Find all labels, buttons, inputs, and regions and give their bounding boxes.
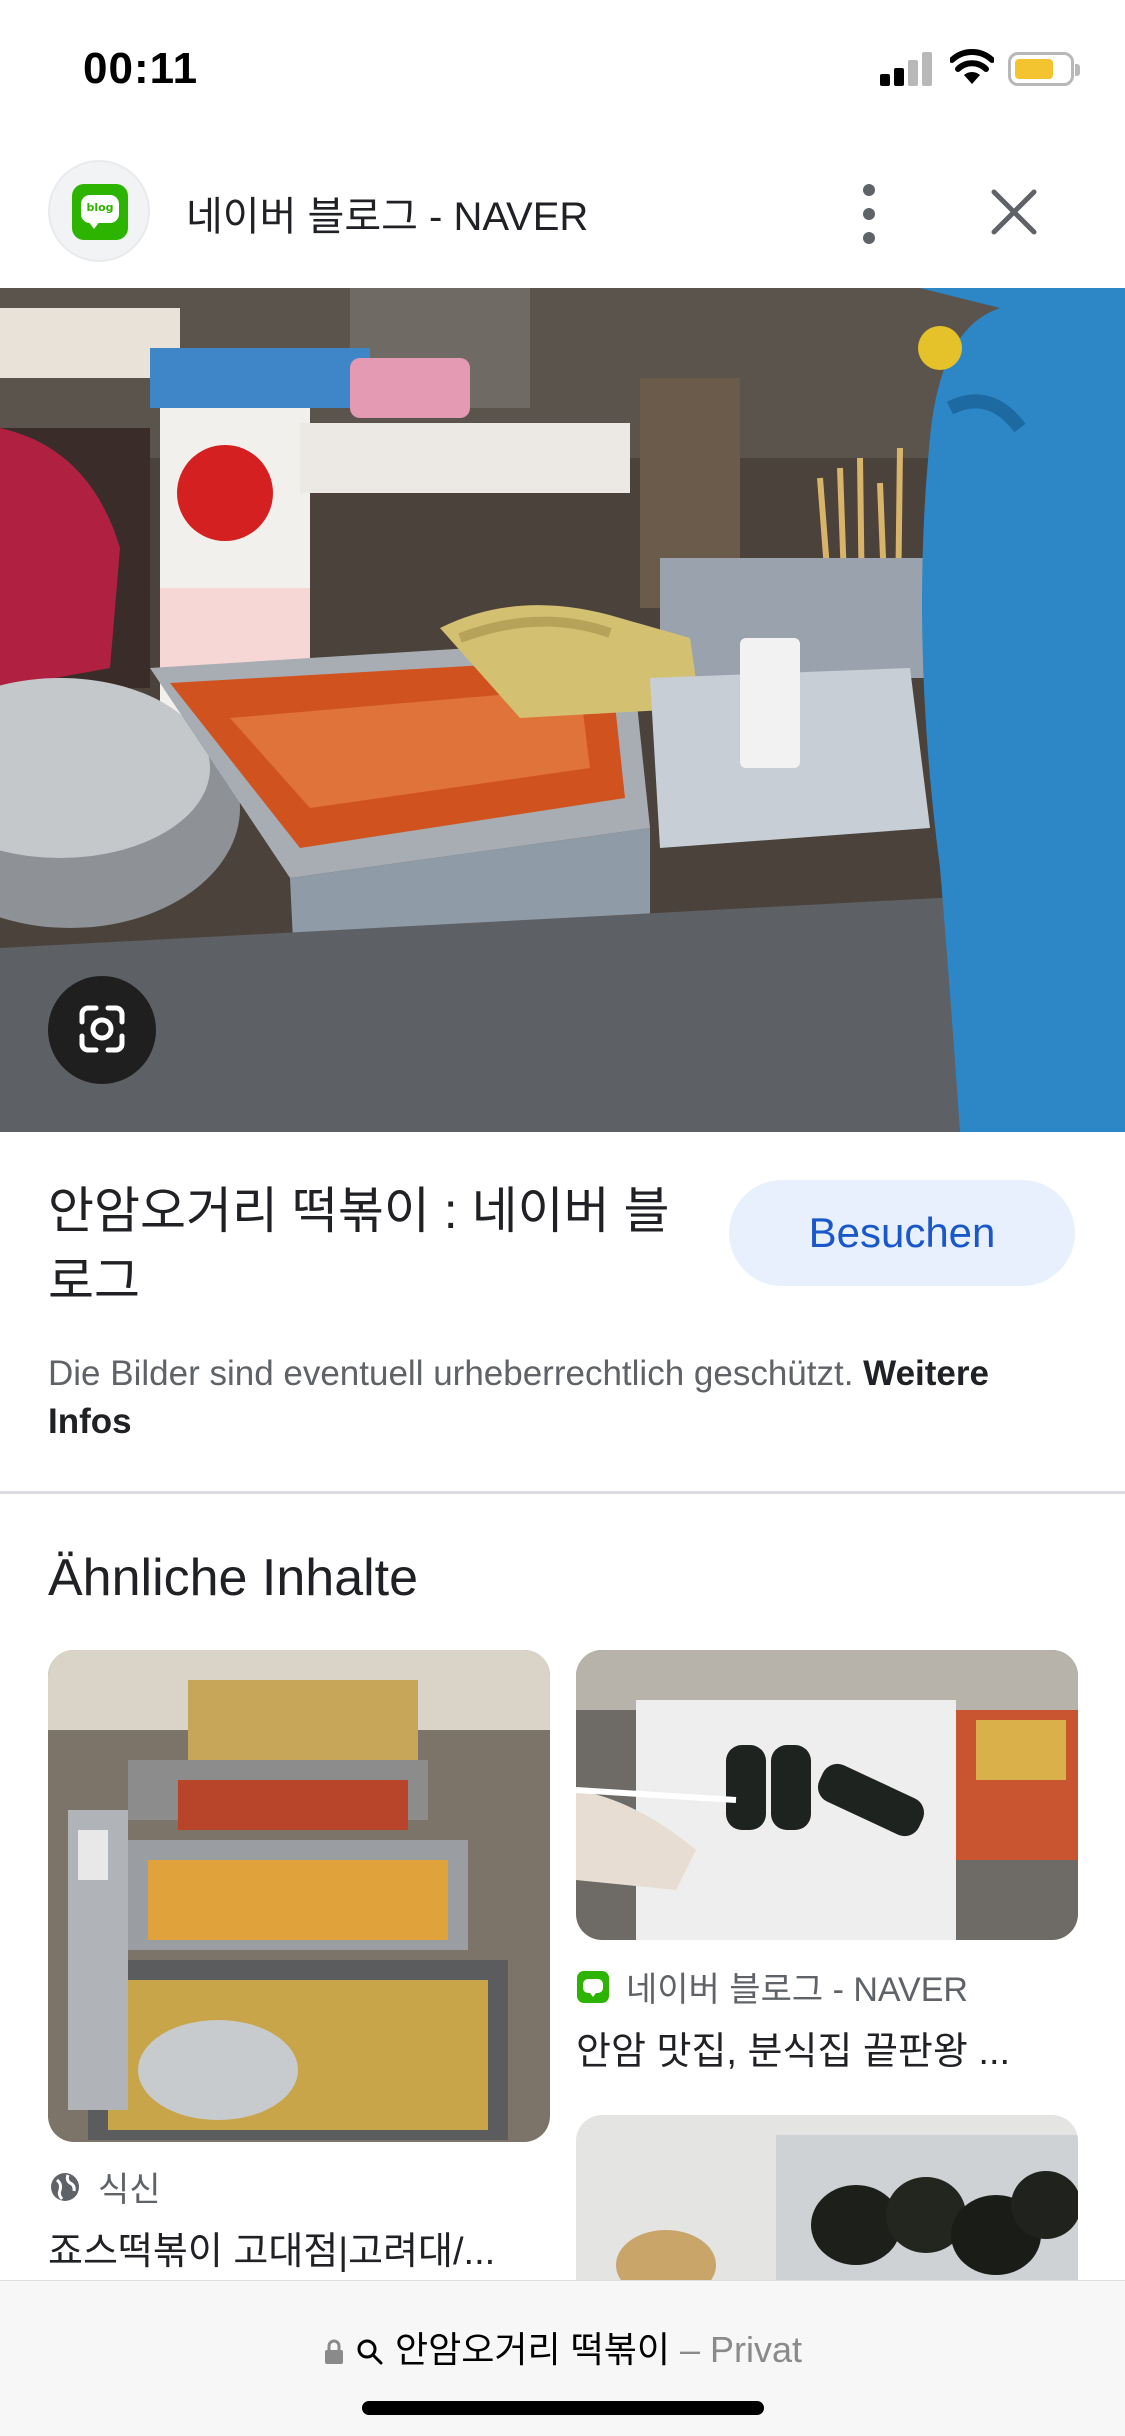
similar-item-source: 식신	[48, 2162, 161, 2211]
naver-blog-icon	[577, 1970, 609, 2003]
copyright-text: Die Bilder sind eventuell urheberrechtli…	[48, 1354, 854, 1393]
private-mode-label: Privat	[710, 2329, 803, 2370]
status-bar: 00:11	[0, 0, 1125, 140]
globe-icon	[51, 2172, 79, 2201]
status-time: 00:11	[83, 44, 199, 93]
result-title[interactable]: 안암오거리 떡볶이 : 네이버 블로그	[48, 1176, 688, 1316]
cellular-signal-icon	[880, 52, 936, 86]
similar-item-source: 네이버 블로그 - NAVER	[576, 1962, 968, 2011]
url-bar[interactable]: 안암오거리 떡볶이 – Privat	[0, 2280, 1125, 2436]
more-vert-icon[interactable]	[846, 178, 894, 250]
site-title: 네이버 블로그 - NAVER	[186, 195, 589, 239]
naver-blog-logo: blog	[72, 184, 128, 240]
search-icon	[357, 2339, 383, 2365]
wifi-icon	[950, 49, 994, 84]
similar-item-title[interactable]: 안암 맛집, 분식집 끝판왕 ...	[576, 2020, 1078, 2075]
similar-item-title[interactable]: 죠스떡볶이 고대점|고려대/...	[48, 2220, 550, 2275]
copyright-notice: Die Bilder sind eventuell urheberrechtli…	[48, 1350, 1078, 1446]
home-indicator[interactable]	[362, 2401, 764, 2415]
main-image[interactable]	[0, 288, 1125, 1132]
close-icon[interactable]	[986, 184, 1042, 240]
similar-item-image[interactable]	[48, 1650, 550, 2142]
browser-header: blog 네이버 블로그 - NAVER	[0, 140, 1125, 288]
visit-button[interactable]: Besuchen	[729, 1180, 1075, 1286]
separator: –	[669, 2329, 710, 2370]
battery-icon	[1008, 52, 1080, 86]
url-text: 안암오거리 떡볶이 – Privat	[0, 2321, 1125, 2373]
site-favicon[interactable]: blog	[48, 160, 150, 262]
similar-content-heading: Ähnliche Inhalte	[48, 1549, 419, 1607]
food-stall-photo	[0, 288, 1125, 1132]
divider	[0, 1491, 1125, 1494]
similar-item-image[interactable]	[576, 1650, 1078, 1940]
search-query: 안암오거리 떡볶이	[395, 2329, 670, 2370]
lock-icon	[324, 2340, 343, 2365]
lens-icon[interactable]	[48, 976, 156, 1084]
